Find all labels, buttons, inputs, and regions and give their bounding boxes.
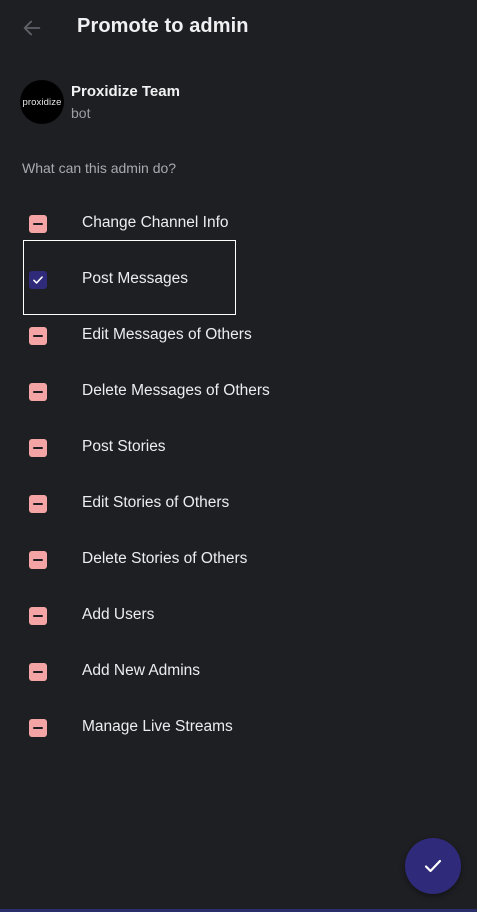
minus-checkbox-icon[interactable] (29, 607, 47, 625)
page-title: Promote to admin (77, 15, 249, 37)
permission-edit-messages-of-others[interactable]: Edit Messages of Others (0, 308, 477, 364)
permission-label: Change Channel Info (82, 214, 229, 231)
check-icon (424, 859, 442, 873)
confirm-button[interactable] (405, 838, 461, 894)
back-button[interactable] (14, 12, 50, 44)
permission-add-new-admins[interactable]: Add New Admins (0, 644, 477, 700)
minus-checkbox-icon[interactable] (29, 495, 47, 513)
permission-label: Post Stories (82, 438, 166, 455)
permission-label: Edit Messages of Others (82, 326, 252, 343)
profile-name: Proxidize Team (71, 83, 180, 100)
minus-checkbox-icon[interactable] (29, 215, 47, 233)
permission-change-channel-info[interactable]: Change Channel Info (0, 196, 477, 252)
app-header: Promote to admin (0, 0, 477, 56)
permission-label: Post Messages (82, 270, 188, 287)
permission-list: Change Channel Info Post Messages Edit M… (0, 196, 477, 756)
permission-post-messages[interactable]: Post Messages (0, 252, 477, 308)
arrow-left-icon (23, 20, 41, 36)
permission-edit-stories-of-others[interactable]: Edit Stories of Others (0, 476, 477, 532)
minus-checkbox-icon[interactable] (29, 383, 47, 401)
permission-delete-stories-of-others[interactable]: Delete Stories of Others (0, 532, 477, 588)
permission-label: Delete Stories of Others (82, 550, 248, 567)
checked-checkbox-icon[interactable] (29, 271, 47, 289)
permission-label: Delete Messages of Others (82, 382, 270, 399)
minus-checkbox-icon[interactable] (29, 439, 47, 457)
permission-add-users[interactable]: Add Users (0, 588, 477, 644)
avatar-logo-text: proxidize (22, 96, 62, 108)
permission-manage-live-streams[interactable]: Manage Live Streams (0, 700, 477, 756)
permission-label: Edit Stories of Others (82, 494, 230, 511)
admin-profile: proxidize Proxidize Team bot (20, 80, 460, 126)
minus-checkbox-icon[interactable] (29, 327, 47, 345)
avatar: proxidize (20, 80, 64, 124)
minus-checkbox-icon[interactable] (29, 551, 47, 569)
permission-label: Add Users (82, 606, 155, 623)
profile-subtitle: bot (71, 105, 91, 121)
permission-label: Add New Admins (82, 662, 201, 679)
permission-post-stories[interactable]: Post Stories (0, 420, 477, 476)
permission-label: Manage Live Streams (82, 718, 233, 735)
permission-delete-messages-of-others[interactable]: Delete Messages of Others (0, 364, 477, 420)
minus-checkbox-icon[interactable] (29, 663, 47, 681)
minus-checkbox-icon[interactable] (29, 719, 47, 737)
section-label: What can this admin do? (22, 160, 177, 176)
